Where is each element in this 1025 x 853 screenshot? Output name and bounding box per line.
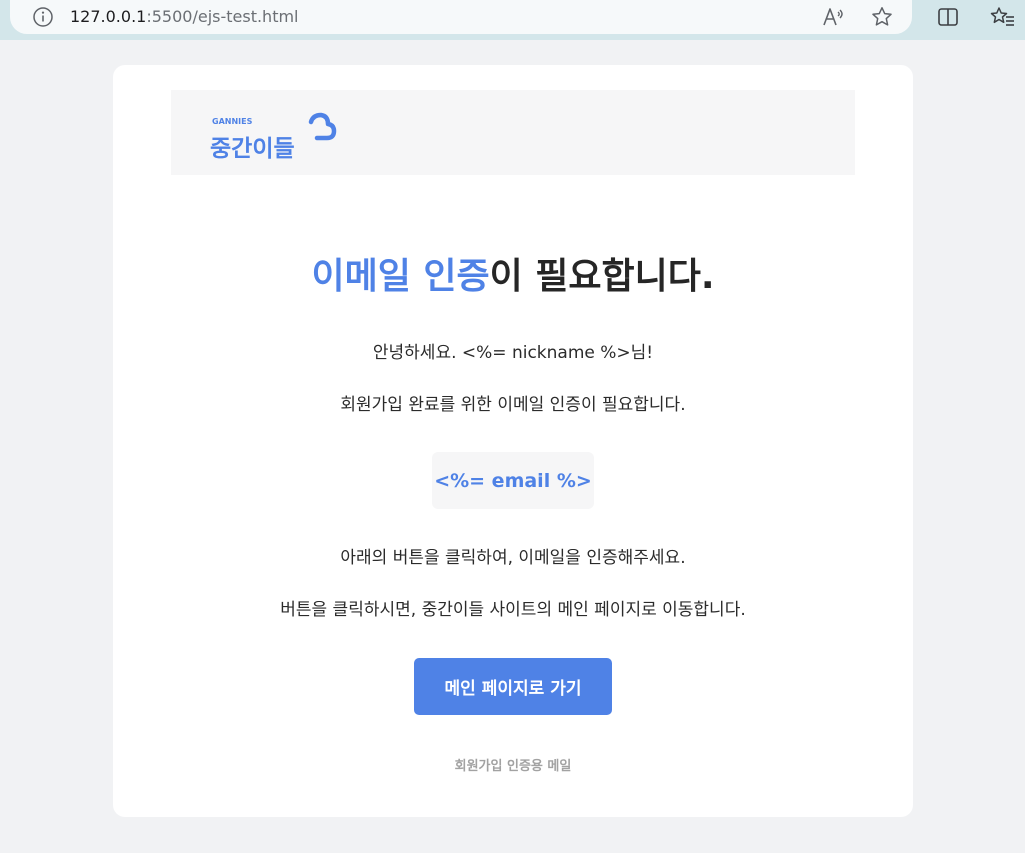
split-screen-icon[interactable]	[936, 5, 960, 29]
instruction-text: 아래의 버튼을 클릭하여, 이메일을 인증해주세요.	[340, 548, 686, 568]
url-host: 127.0.0.1	[70, 7, 147, 26]
logo-banner: GANNIES 중간이들	[171, 90, 855, 175]
intro-text: 회원가입 완료를 위한 이메일 인증이 필요합니다.	[340, 395, 686, 415]
page-viewport: GANNIES 중간이들 이메일 인증이 필요합니다. 안녕하세요. <%= n…	[0, 40, 1025, 853]
read-aloud-icon[interactable]	[821, 6, 845, 28]
svg-text:GANNIES: GANNIES	[212, 117, 253, 126]
greeting-text: 안녕하세요. <%= nickname %>님!	[372, 343, 654, 363]
headline-rest: 이 필요합니다.	[489, 256, 715, 297]
redirect-note-text: 버튼을 클릭하시면, 중간이들 사이트의 메인 페이지로 이동합니다.	[280, 600, 746, 620]
headline-accent: 이메일 인증	[311, 256, 490, 297]
footer-note: 회원가입 인증용 메일	[454, 759, 572, 774]
browser-toolbar: 127.0.0.1:5500/ejs-test.html	[0, 0, 1025, 40]
gannies-logo: GANNIES 중간이들	[210, 112, 337, 162]
svg-text:중간이들: 중간이들	[210, 136, 295, 162]
info-icon[interactable]	[32, 6, 54, 28]
email-address-box: <%= email %>	[432, 452, 594, 509]
address-bar[interactable]: 127.0.0.1:5500/ejs-test.html	[10, 0, 912, 34]
headline: 이메일 인증이 필요합니다.	[113, 253, 913, 301]
favorites-list-icon[interactable]	[990, 5, 1016, 29]
url-path: :5500/ejs-test.html	[146, 7, 299, 26]
url-text[interactable]: 127.0.0.1:5500/ejs-test.html	[70, 6, 299, 28]
email-card: GANNIES 중간이들 이메일 인증이 필요합니다. 안녕하세요. <%= n…	[113, 65, 913, 817]
favorite-star-icon[interactable]	[870, 5, 894, 29]
go-to-main-page-button[interactable]: 메인 페이지로 가기	[414, 658, 612, 715]
